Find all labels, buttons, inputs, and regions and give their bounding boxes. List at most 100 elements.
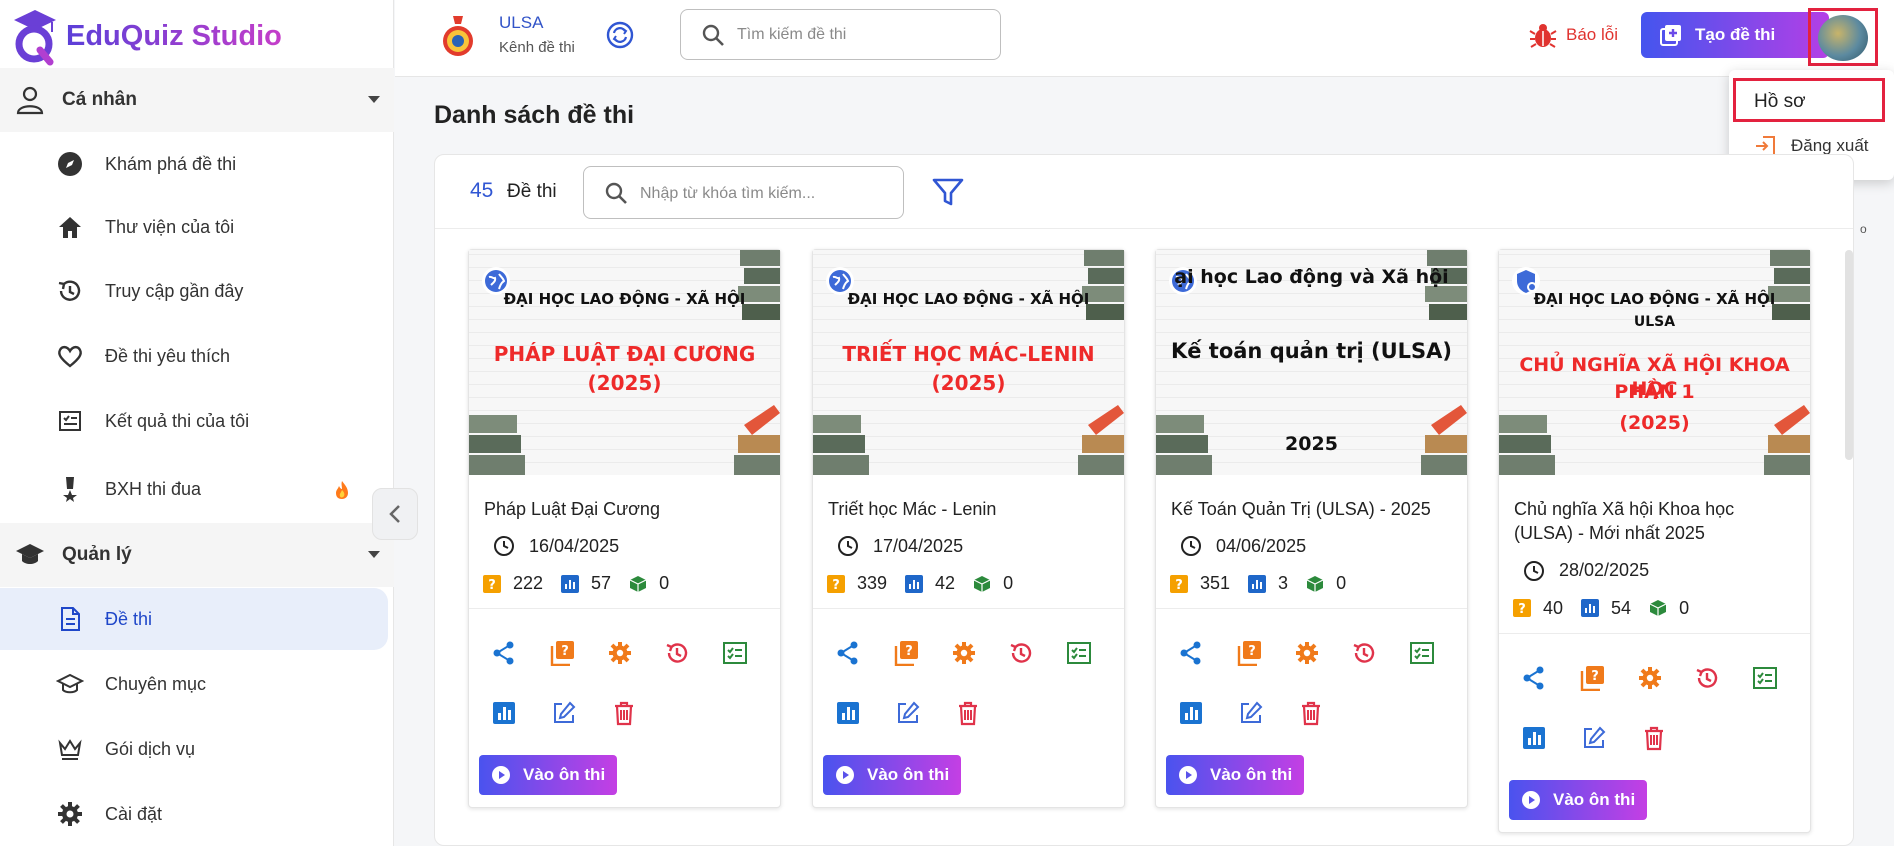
thumb-year: (2025)	[1619, 412, 1690, 434]
switch-channel-icon[interactable]	[605, 20, 635, 50]
thumb-subject: TRIẾT HỌC MÁC-LENIN	[842, 342, 1095, 366]
sidebar-item-library[interactable]: Thư viện của tôi	[0, 196, 394, 258]
exam-date: 16/04/2025	[469, 521, 780, 557]
stat-questions-value: 40	[1543, 597, 1564, 618]
sidebar-item-results[interactable]: Kết quả thi của tôi	[0, 390, 394, 452]
edit-button[interactable]	[551, 699, 611, 727]
exam-search-input[interactable]	[640, 182, 890, 206]
questions-button[interactable]: ?	[549, 639, 607, 667]
exam-title[interactable]: Kế Toán Quản Trị (ULSA) - 2025	[1156, 475, 1467, 521]
exam-thumbnail[interactable]: ĐẠI HỌC LAO ĐỘNG - XÃ HỘI TRIẾT HỌC MÁC-…	[813, 250, 1124, 475]
history-button[interactable]	[1694, 664, 1752, 692]
history-button[interactable]	[1008, 639, 1066, 667]
section-manage[interactable]: Quản lý	[0, 523, 394, 587]
exam-date: 28/02/2025	[1499, 546, 1810, 582]
exam-date: 17/04/2025	[813, 521, 1124, 557]
statistics-button[interactable]	[1178, 699, 1238, 727]
edit-button[interactable]	[895, 699, 955, 727]
user-avatar-button[interactable]	[1808, 8, 1878, 66]
settings-button[interactable]	[1294, 639, 1352, 667]
exam-date-value: 28/02/2025	[1559, 560, 1650, 581]
section-personal[interactable]: Cá nhân	[0, 68, 394, 132]
delete-button[interactable]	[611, 699, 671, 727]
start-practice-button[interactable]: Vào ôn thi	[479, 755, 617, 796]
start-practice-button[interactable]: Vào ôn thi	[1509, 779, 1647, 820]
delete-button[interactable]	[1298, 699, 1358, 727]
start-practice-label: Vào ôn thi	[1210, 765, 1293, 785]
bar-chart-icon	[1248, 574, 1267, 593]
exam-card[interactable]: ĐẠI HỌC LAO ĐỘNG - XÃ HỘI TRIẾT HỌC MÁC-…	[812, 249, 1125, 809]
sidebar-item-favorite[interactable]: Đề thi yêu thích	[0, 325, 394, 387]
filter-icon[interactable]	[931, 175, 965, 209]
settings-button[interactable]	[1637, 664, 1695, 692]
questions-button[interactable]: ?	[1579, 664, 1637, 692]
sidebar-item-recent[interactable]: Truy cập gần đây	[0, 260, 394, 322]
stat-attempts: 3	[1248, 573, 1288, 594]
share-button[interactable]	[1521, 664, 1579, 692]
edit-button[interactable]	[1238, 699, 1298, 727]
exam-thumbnail[interactable]: ại học Lao động và Xã hội Kế toán quản t…	[1156, 250, 1467, 475]
sidebar-item-explore[interactable]: Khám phá đề thi	[0, 133, 394, 195]
history-button[interactable]	[664, 639, 722, 667]
play-icon	[492, 766, 510, 785]
edit-button[interactable]	[1581, 724, 1641, 752]
questions-button[interactable]: ?	[893, 639, 951, 667]
create-exam-button[interactable]: Tạo đề thi	[1641, 12, 1829, 58]
results-button[interactable]	[722, 639, 780, 667]
statistics-button[interactable]	[1521, 724, 1581, 752]
sidebar-item-leaderboard[interactable]: BXH thi đua	[0, 458, 394, 520]
stat-questions-value: 351	[1200, 573, 1231, 594]
collapse-sidebar-button[interactable]	[372, 488, 418, 540]
delete-button[interactable]	[1641, 724, 1701, 752]
sidebar-item-exams[interactable]: Đề thi	[0, 588, 388, 650]
exam-search[interactable]	[583, 166, 904, 219]
section-manage-label: Quản lý	[62, 544, 132, 565]
sidebar-item-settings[interactable]: Cài đặt	[0, 783, 394, 845]
result-icon	[723, 642, 748, 665]
statistics-button[interactable]	[491, 699, 551, 727]
scrollbar[interactable]	[1845, 250, 1853, 460]
exam-thumbnail[interactable]: ĐẠI HỌC LAO ĐỘNG - XÃ HỘI ULSA CHỦ NGHĨA…	[1499, 250, 1810, 475]
share-icon	[1523, 666, 1544, 690]
exam-actions: ?	[1499, 632, 1810, 768]
exam-card[interactable]: ĐẠI HỌC LAO ĐỘNG - XÃ HỘI PHÁP LUẬT ĐẠI …	[468, 249, 781, 809]
menu-item-profile[interactable]: Hồ sơ	[1733, 78, 1885, 122]
results-button[interactable]	[1409, 639, 1467, 667]
exam-card[interactable]: ĐẠI HỌC LAO ĐỘNG - XÃ HỘI ULSA CHỦ NGHĨA…	[1498, 249, 1811, 833]
exam-actions: ?	[813, 608, 1124, 743]
share-button[interactable]	[491, 639, 549, 667]
app-logo[interactable]: EduQuiz Studio	[10, 6, 282, 66]
share-button[interactable]	[835, 639, 893, 667]
global-search-input[interactable]	[737, 23, 987, 47]
settings-button[interactable]	[951, 639, 1009, 667]
bar-chart-icon	[905, 574, 924, 593]
stat-questions: ? 339	[827, 573, 887, 594]
settings-button[interactable]	[607, 639, 665, 667]
exam-thumbnail[interactable]: ĐẠI HỌC LAO ĐỘNG - XÃ HỘI PHÁP LUẬT ĐẠI …	[469, 250, 780, 475]
start-practice-button[interactable]: Vào ôn thi	[823, 755, 961, 796]
results-button[interactable]	[1752, 664, 1810, 692]
share-button[interactable]	[1178, 639, 1236, 667]
channel-logo[interactable]	[439, 14, 477, 60]
start-practice-button[interactable]: Vào ôn thi	[1166, 755, 1304, 796]
sidebar-item-category[interactable]: Chuyên mục	[0, 653, 394, 715]
sidebar-item-service[interactable]: Gói dịch vụ	[0, 718, 394, 780]
exam-title[interactable]: Triết học Mác - Lenin	[813, 475, 1124, 521]
results-button[interactable]	[1066, 639, 1124, 667]
clock-icon	[838, 536, 858, 557]
stat-likes-value: 0	[659, 573, 670, 594]
statistics-button[interactable]	[835, 699, 895, 727]
exam-title[interactable]: Chủ nghĩa Xã hội Khoa học (ULSA) - Mới n…	[1499, 475, 1810, 546]
add-box-icon	[1660, 25, 1681, 46]
history-button[interactable]	[1351, 639, 1409, 667]
gear-icon	[1638, 666, 1661, 689]
exam-title[interactable]: Pháp Luật Đại Cương	[469, 475, 780, 521]
questions-button[interactable]: ?	[1236, 639, 1294, 667]
channel-name[interactable]: ULSA	[499, 13, 543, 33]
report-bug-button[interactable]: Báo lỗi	[1528, 20, 1618, 50]
delete-button[interactable]	[955, 699, 1015, 727]
exam-card[interactable]: ại học Lao động và Xã hội Kế toán quản t…	[1155, 249, 1468, 809]
search-icon	[605, 182, 627, 204]
svg-text:?: ?	[832, 578, 840, 593]
global-search[interactable]	[680, 9, 1001, 60]
